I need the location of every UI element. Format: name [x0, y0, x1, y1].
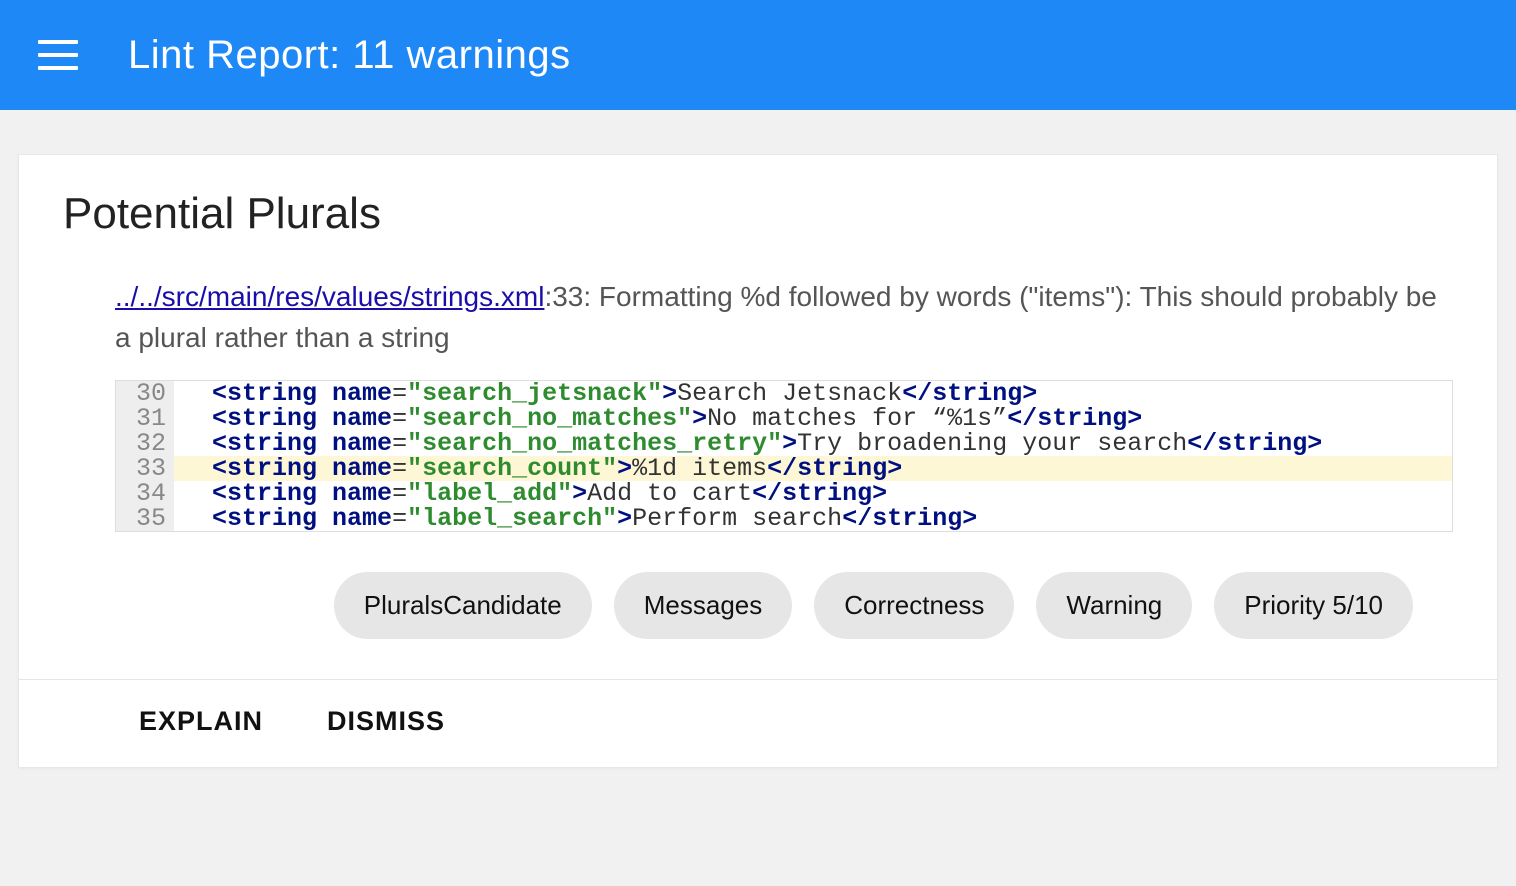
code-content: <string name="search_count">%1d items</s…	[174, 456, 902, 481]
code-content: <string name="label_add">Add to cart</st…	[174, 481, 887, 506]
menu-icon[interactable]	[38, 40, 78, 70]
lint-message: ../../src/main/res/values/strings.xml:33…	[63, 277, 1453, 358]
code-line: 34<string name="label_add">Add to cart</…	[116, 481, 1452, 506]
code-content: <string name="search_no_matches">No matc…	[174, 406, 1142, 431]
line-ref: :33:	[544, 281, 598, 312]
code-content: <string name="label_search">Perform sear…	[174, 506, 977, 531]
code-line: 35<string name="label_search">Perform se…	[116, 506, 1452, 531]
code-content: <string name="search_no_matches_retry">T…	[174, 431, 1322, 456]
page-body: Potential Plurals ../../src/main/res/val…	[0, 110, 1516, 768]
tag-chip[interactable]: Priority 5/10	[1214, 572, 1413, 639]
tag-chip[interactable]: Correctness	[814, 572, 1014, 639]
code-line: 33<string name="search_count">%1d items<…	[116, 456, 1452, 481]
line-number: 33	[116, 456, 174, 481]
card-title: Potential Plurals	[63, 189, 1453, 239]
code-snippet: 30<string name="search_jetsnack">Search …	[115, 380, 1453, 532]
line-number: 32	[116, 431, 174, 456]
code-line: 32<string name="search_no_matches_retry"…	[116, 431, 1452, 456]
code-line: 31<string name="search_no_matches">No ma…	[116, 406, 1452, 431]
page-title: Lint Report: 11 warnings	[128, 33, 571, 78]
card-actions: EXPLAIN DISMISS	[19, 679, 1497, 767]
tag-chip[interactable]: Messages	[614, 572, 793, 639]
dismiss-button[interactable]: DISMISS	[327, 706, 445, 737]
code-line: 30<string name="search_jetsnack">Search …	[116, 381, 1452, 406]
explain-button[interactable]: EXPLAIN	[139, 706, 263, 737]
tag-chips-row: PluralsCandidate Messages Correctness Warni…	[63, 572, 1453, 639]
line-number: 31	[116, 406, 174, 431]
app-header: Lint Report: 11 warnings	[0, 0, 1516, 110]
tag-chip[interactable]: Warning	[1036, 572, 1192, 639]
lint-card: Potential Plurals ../../src/main/res/val…	[18, 154, 1498, 768]
line-number: 34	[116, 481, 174, 506]
line-number: 35	[116, 506, 174, 531]
code-content: <string name="search_jetsnack">Search Je…	[174, 381, 1037, 406]
file-link[interactable]: ../../src/main/res/values/strings.xml	[115, 281, 544, 312]
tag-chip[interactable]: PluralsCandidate	[334, 572, 592, 639]
line-number: 30	[116, 381, 174, 406]
